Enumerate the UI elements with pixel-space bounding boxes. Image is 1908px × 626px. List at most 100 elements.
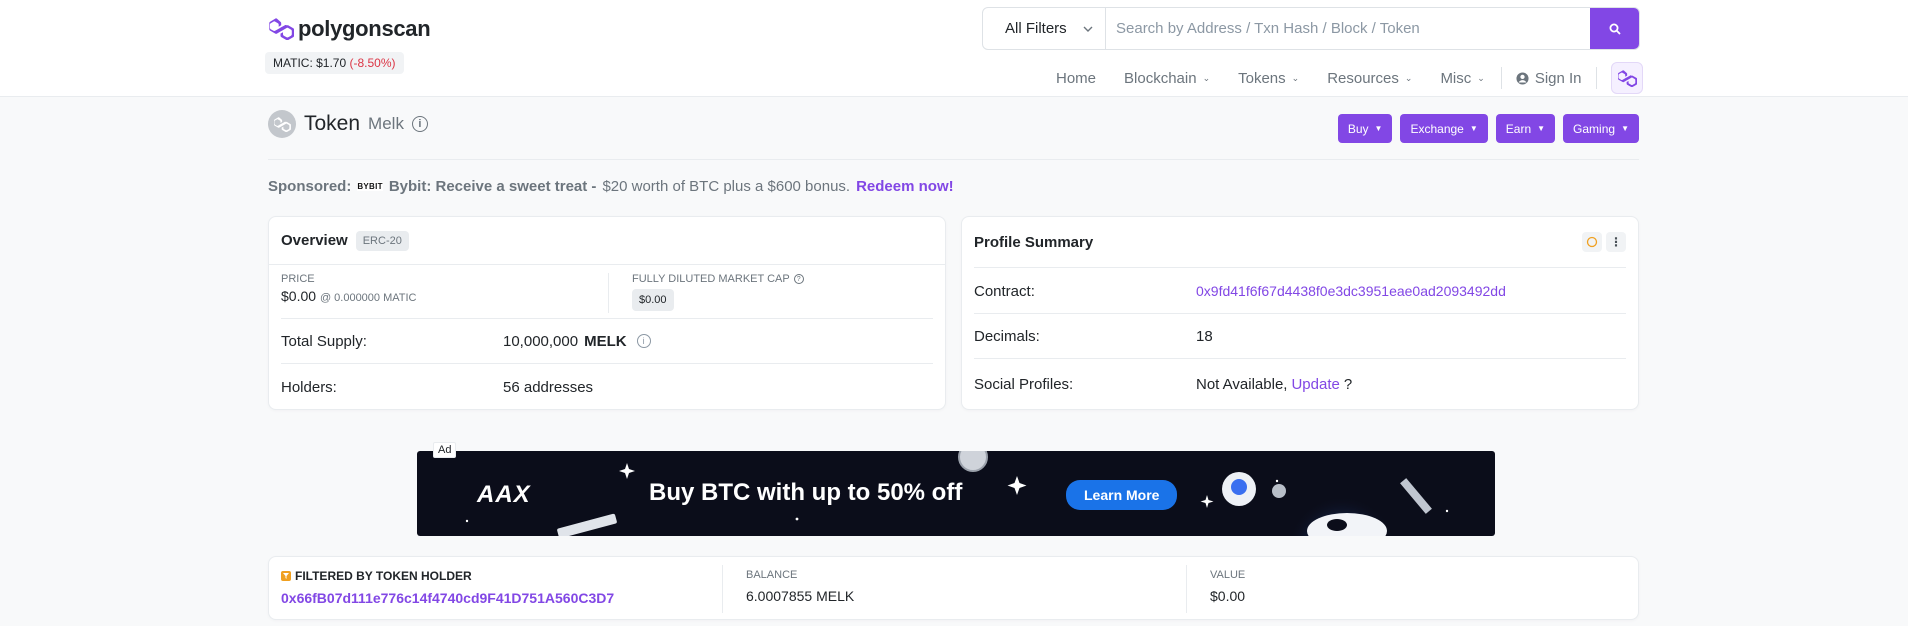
exchange-button-label: Exchange bbox=[1410, 121, 1464, 136]
nav-misc-label: Misc bbox=[1440, 69, 1472, 87]
filter-icon bbox=[281, 571, 291, 581]
price-value: $0.00 bbox=[281, 288, 317, 304]
nav-home-label: Home bbox=[1056, 69, 1097, 87]
holders-value: 56 addresses bbox=[503, 378, 594, 396]
contract-address-link[interactable]: 0x9fd41f6f67d4438f0e3dc3951eae0ad2093492… bbox=[1196, 283, 1506, 299]
column-divider bbox=[722, 565, 723, 613]
earn-button[interactable]: Earn ▼ bbox=[1495, 114, 1556, 143]
nav-divider bbox=[1595, 67, 1597, 89]
sponsored-label: Sponsored: bbox=[268, 178, 352, 195]
action-buttons: Buy ▼ Exchange ▼ Earn ▼ Gaming ▼ bbox=[1337, 114, 1639, 143]
column-divider bbox=[1186, 565, 1187, 613]
more-options-icon[interactable]: ⋮ bbox=[1606, 232, 1626, 252]
contract-label: Contract: bbox=[974, 282, 1035, 300]
nav-home[interactable]: Home bbox=[1056, 70, 1096, 87]
search-button[interactable] bbox=[1590, 8, 1639, 49]
holders-label: Holders: bbox=[281, 378, 337, 396]
nav-resources-label: Resources bbox=[1327, 69, 1399, 87]
ad-label: Ad bbox=[433, 442, 457, 458]
network-switch-button[interactable] bbox=[1610, 62, 1643, 94]
total-supply-row: Total Supply: 10,000,000 MELK i bbox=[281, 329, 933, 353]
site-header: polygonscan MATIC: $1.70 (-8.50%) All Fi… bbox=[0, 0, 1908, 97]
ad-headline: Buy BTC with up to 50% off bbox=[649, 479, 963, 506]
total-supply-value: 10,000,000 bbox=[503, 332, 579, 350]
social-profiles-label: Social Profiles: bbox=[974, 375, 1074, 393]
search-icon bbox=[1609, 23, 1621, 35]
filtered-holder-card: FILTERED BY TOKEN HOLDER 0x66fB07d111e77… bbox=[268, 556, 1639, 620]
info-icon[interactable]: i bbox=[636, 334, 651, 348]
info-icon[interactable]: i bbox=[411, 116, 428, 132]
value-block: VALUE $0.00 bbox=[1210, 569, 1245, 604]
nav-resources[interactable]: Resources ⌄ bbox=[1327, 70, 1412, 87]
price-in-matic: @ 0.000000 MATIC bbox=[319, 292, 417, 304]
overview-card-header: Overview ERC-20 bbox=[269, 217, 945, 265]
market-cap-value: $0.00 bbox=[632, 289, 674, 311]
chevron-down-icon: ⌄ bbox=[1291, 72, 1300, 83]
sponsored-cta-link[interactable]: Redeem now! bbox=[856, 178, 954, 195]
chevron-down-icon: ▼ bbox=[1621, 124, 1629, 133]
matic-price-change: (-8.50%) bbox=[349, 56, 396, 70]
logo-text: polygonscan bbox=[298, 16, 431, 41]
nav-tokens[interactable]: Tokens ⌄ bbox=[1238, 70, 1299, 87]
token-standard-badge: ERC-20 bbox=[355, 230, 409, 251]
page-title: Token bbox=[304, 112, 361, 135]
search-bar: All Filters bbox=[982, 7, 1640, 50]
chevron-down-icon: ▼ bbox=[1469, 124, 1478, 133]
user-circle-icon bbox=[1516, 71, 1529, 85]
market-cap-label: FULLY DILUTED MARKET CAP bbox=[632, 273, 790, 285]
page-subtitle: Melk bbox=[368, 114, 404, 133]
chevron-down-icon: ⌄ bbox=[1202, 72, 1211, 83]
reputation-icon[interactable] bbox=[1582, 232, 1602, 252]
nav-blockchain[interactable]: Blockchain ⌄ bbox=[1124, 70, 1210, 87]
search-filter-label: All Filters bbox=[1005, 20, 1067, 37]
sponsored-banner: Sponsored: BYBIT Bybit: Receive a sweet … bbox=[268, 178, 954, 195]
nav-sign-in[interactable]: Sign In bbox=[1516, 70, 1582, 87]
earn-button-label: Earn bbox=[1505, 121, 1532, 136]
page-title-row: Token Melk i bbox=[268, 110, 428, 138]
profile-card-header: Profile Summary ⋮ bbox=[962, 217, 1638, 267]
social-profiles-row: Social Profiles: Not Available, Update ? bbox=[974, 372, 1626, 396]
nav-sign-in-label: Sign In bbox=[1534, 69, 1582, 87]
row-divider bbox=[281, 363, 933, 364]
row-divider bbox=[974, 358, 1626, 359]
filter-title: FILTERED BY TOKEN HOLDER bbox=[295, 569, 472, 583]
social-profiles-value: Not Available, bbox=[1196, 375, 1288, 393]
matic-price[interactable]: MATIC: $1.70 (-8.50%) bbox=[265, 52, 404, 74]
price-label: PRICE bbox=[281, 273, 315, 285]
overview-card: Overview ERC-20 PRICE $0.00 @ 0.000000 M… bbox=[268, 216, 946, 410]
search-filter-select[interactable]: All Filters bbox=[983, 8, 1106, 49]
decimals-row: Decimals: 18 bbox=[974, 324, 1626, 348]
chevron-down-icon: ▼ bbox=[1374, 124, 1383, 133]
balance-label: BALANCE bbox=[746, 569, 798, 581]
question-icon[interactable]: ? bbox=[793, 274, 804, 284]
price-block: PRICE $0.00 @ 0.000000 MATIC bbox=[281, 273, 417, 304]
profile-title: Profile Summary bbox=[974, 233, 1094, 251]
update-profile-link[interactable]: Update bbox=[1291, 376, 1339, 393]
bybit-logo-icon: BYBIT bbox=[357, 182, 383, 191]
ad-cta-button[interactable]: Learn More bbox=[1066, 480, 1178, 510]
matic-price-value: MATIC: $1.70 bbox=[273, 56, 347, 70]
profile-summary-card: Profile Summary ⋮ Contract: 0x9fd41f6f67… bbox=[961, 216, 1639, 410]
sponsored-text: $20 worth of BTC plus a $600 bonus. bbox=[602, 178, 851, 195]
buy-button[interactable]: Buy ▼ bbox=[1337, 114, 1393, 143]
main-nav: Home Blockchain ⌄ Tokens ⌄ Resources ⌄ M… bbox=[1056, 62, 1643, 94]
chevron-down-icon bbox=[1083, 26, 1093, 32]
value-value: $0.00 bbox=[1210, 588, 1246, 604]
chevron-down-icon: ▼ bbox=[1537, 124, 1546, 133]
chevron-down-icon: ⌄ bbox=[1404, 72, 1413, 83]
ad-banner[interactable]: AAX Buy BTC with up to 50% off Learn Mor… bbox=[417, 451, 1495, 536]
row-divider bbox=[281, 318, 933, 319]
nav-misc[interactable]: Misc ⌄ bbox=[1440, 70, 1484, 87]
site-logo[interactable]: polygonscan bbox=[268, 16, 431, 42]
search-input[interactable] bbox=[1106, 8, 1590, 49]
total-supply-symbol: MELK bbox=[584, 332, 627, 350]
holder-address-link[interactable]: 0x66fB07d111e776c14f4740cd9F41D751A560C3… bbox=[281, 590, 614, 606]
polygon-logo-icon bbox=[269, 18, 294, 40]
nav-divider bbox=[1500, 67, 1502, 89]
gaming-button[interactable]: Gaming ▼ bbox=[1563, 114, 1639, 143]
value-label: VALUE bbox=[1210, 569, 1246, 581]
divider bbox=[268, 159, 1639, 160]
exchange-button[interactable]: Exchange ▼ bbox=[1400, 114, 1488, 143]
nav-tokens-label: Tokens bbox=[1238, 69, 1286, 87]
total-supply-label: Total Supply: bbox=[281, 332, 367, 350]
